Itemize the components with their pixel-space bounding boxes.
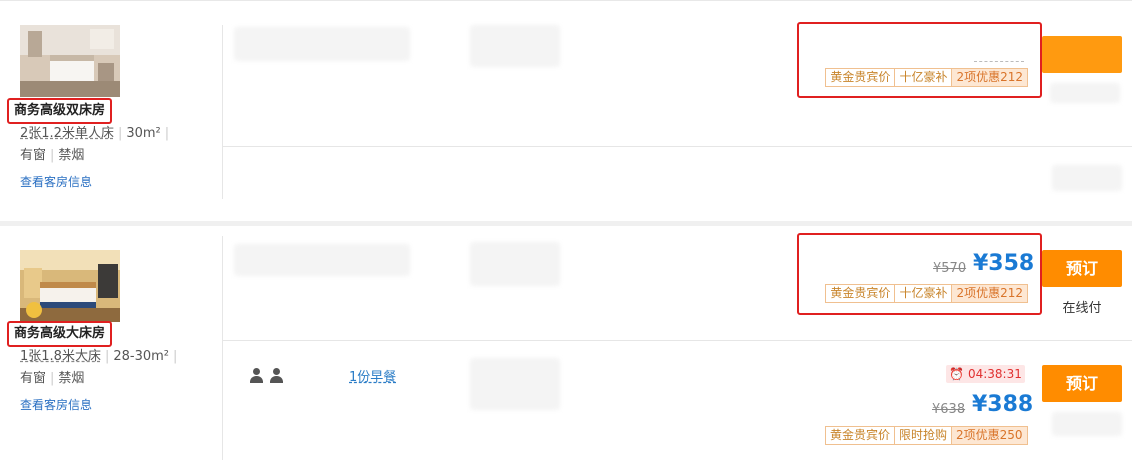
room-photo[interactable] [20, 250, 120, 322]
countdown-timer: ⏰ 04:38:31 [946, 365, 1025, 383]
divider [222, 25, 223, 199]
smoking-info: 禁烟 [58, 371, 85, 386]
bed-type[interactable]: 2张1.2米单人床 [20, 126, 114, 141]
room-name[interactable]: 商务高级双床房 [7, 98, 113, 124]
promo-badge[interactable]: 2项优惠212 [951, 69, 1027, 86]
room-info: 1张1.8米大床 | 28-30m² | 有窗 | 禁烟 [20, 349, 178, 386]
room-name[interactable]: 商务高级大床房 [7, 321, 113, 347]
tag-vip-price: 黄金贵宾价 [826, 427, 895, 444]
book-button[interactable]: 预订 [1042, 250, 1122, 287]
current-price: ¥388 [972, 392, 1034, 417]
room-photo[interactable] [20, 25, 120, 97]
blurred-content [1050, 83, 1120, 103]
room-info: 2张1.2米单人床 | 30m² | 有窗 | 禁烟 [20, 126, 170, 163]
window-info: 有窗 [20, 371, 47, 386]
blurred-content [1052, 412, 1122, 436]
room-card-twin: 商务高级双床房 2张1.2米单人床 | 30m² | 有窗 | 禁烟 查看客房信息 黄金贵… [0, 0, 1132, 221]
room-card-king: 商务高级大床房 1张1.8米大床 | 28-30m² | 有窗 | 禁烟 查看客房信息 ¥… [0, 226, 1132, 460]
smoking-info: 禁烟 [58, 148, 85, 163]
tag-vip-price: 黄金贵宾价 [826, 69, 895, 86]
current-price: ¥358 [973, 251, 1035, 276]
tag-vip-price: 黄金贵宾价 [826, 285, 895, 302]
payment-type: 在线付 [1062, 301, 1102, 316]
book-button[interactable]: 预订 [1042, 365, 1122, 402]
guest-capacity [249, 368, 283, 384]
window-info: 有窗 [20, 148, 47, 163]
blurred-content [470, 242, 560, 286]
bed-type[interactable]: 1张1.8米大床 [20, 349, 101, 364]
price-highlight-box: ¥570 ¥358 黄金贵宾价 十亿豪补 2项优惠212 [797, 233, 1042, 315]
original-price: ¥638 [932, 402, 966, 417]
offer-tags: 黄金贵宾价 十亿豪补 2项优惠212 [825, 284, 1028, 303]
blurred-content [470, 25, 560, 67]
tag-flash-sale: 限时抢购 [894, 427, 952, 444]
breakfast-info[interactable]: 1份早餐 [349, 366, 396, 385]
price-highlight-box: 黄金贵宾价 十亿豪补 2项优惠212 [797, 22, 1042, 98]
tag-subsidy: 十亿豪补 [894, 69, 952, 86]
room-area: 30m² [126, 126, 161, 141]
book-button[interactable] [1042, 36, 1122, 73]
blurred-content [234, 27, 410, 61]
divider [222, 146, 1132, 147]
view-room-info-link[interactable]: 查看客房信息 [20, 396, 92, 413]
promo-badge[interactable]: 2项优惠212 [951, 285, 1027, 302]
countdown-value: 04:38:31 [967, 367, 1022, 381]
person-icon [269, 368, 283, 384]
promo-badge[interactable]: 2项优惠250 [951, 427, 1027, 444]
divider [222, 236, 223, 460]
person-icon [249, 368, 263, 384]
blurred-content [234, 244, 410, 276]
tag-subsidy: 十亿豪补 [894, 285, 952, 302]
alarm-clock-icon: ⏰ [949, 367, 965, 381]
divider [222, 340, 1132, 341]
offer-tags: 黄金贵宾价 限时抢购 2项优惠250 [825, 426, 1028, 445]
offer-tags: 黄金贵宾价 十亿豪补 2项优惠212 [825, 68, 1028, 87]
price-placeholder [974, 61, 1024, 62]
view-room-info-link[interactable]: 查看客房信息 [20, 173, 92, 190]
blurred-content [1052, 165, 1122, 191]
blurred-content [470, 358, 560, 410]
room-area: 28-30m² [113, 349, 169, 364]
original-price: ¥570 [933, 261, 967, 276]
